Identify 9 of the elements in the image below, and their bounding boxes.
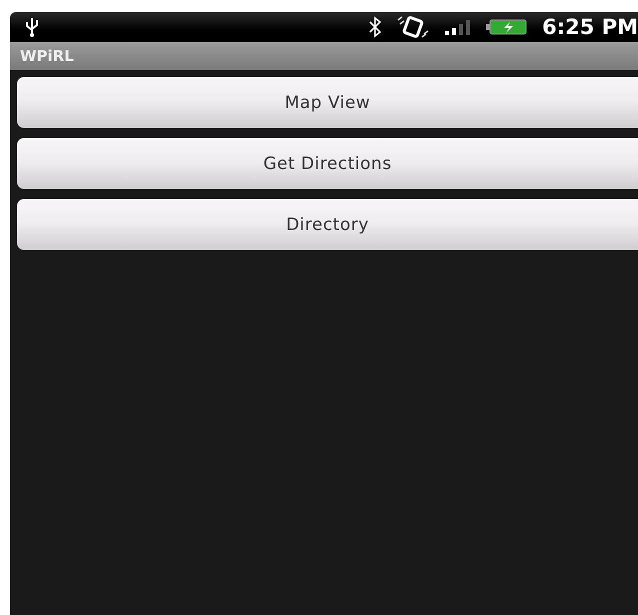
menu-button[interactable]: Map View	[17, 77, 638, 128]
menu-button[interactable]: Directory	[17, 199, 638, 250]
status-time: 6:25 PM	[542, 15, 638, 39]
signal-icon	[444, 18, 472, 36]
menu-button[interactable]: Get Directions	[17, 138, 638, 189]
app-title: WPiRL	[20, 47, 74, 65]
vibrate-icon	[396, 16, 430, 38]
bluetooth-icon	[368, 16, 382, 38]
battery-icon	[486, 18, 528, 36]
